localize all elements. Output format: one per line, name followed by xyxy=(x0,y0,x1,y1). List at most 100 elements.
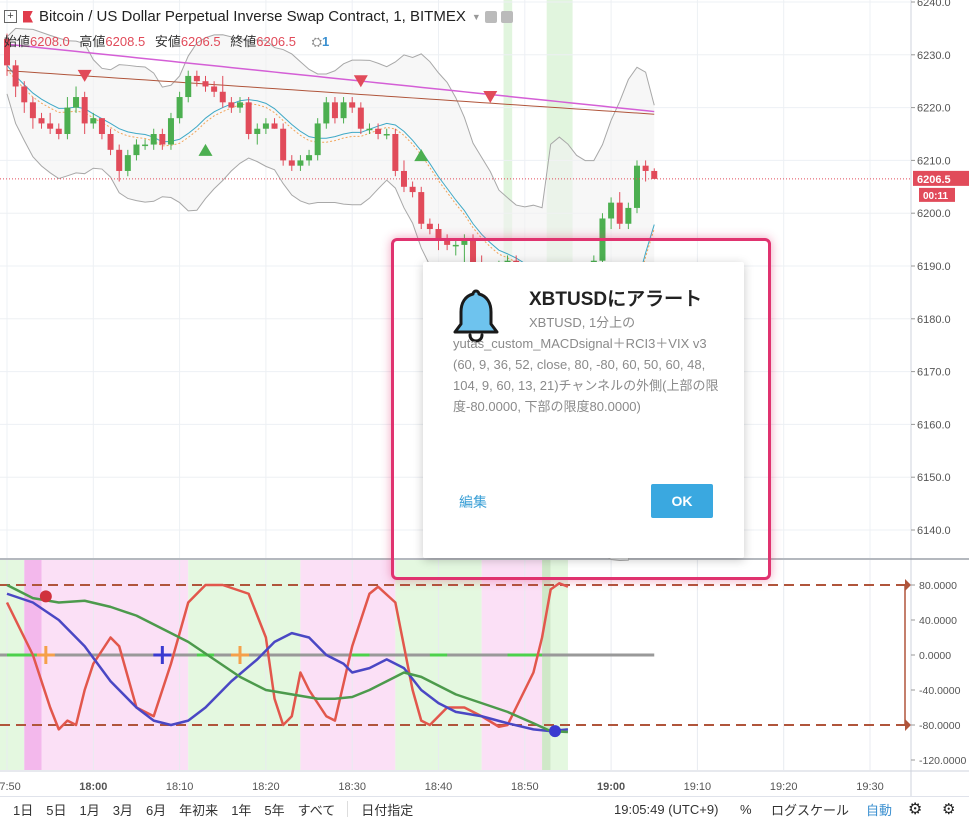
clock-display[interactable]: 19:05:49 (UTC+9) xyxy=(614,802,718,817)
candle-body xyxy=(306,155,313,161)
high-value: 6208.5 xyxy=(105,34,146,49)
candle-body xyxy=(426,223,433,230)
candle-body xyxy=(124,155,131,171)
indicator-tick-label: -120.0000 xyxy=(919,755,966,767)
indicator-eye-icon[interactable]: ⛭ xyxy=(312,34,322,49)
low-value: 6206.5 xyxy=(180,34,221,49)
candle-body xyxy=(340,102,347,119)
price-tick-label: 6170.0 xyxy=(917,367,951,379)
candle-body xyxy=(193,75,200,82)
symbol-legend[interactable]: + Bitcoin / US Dollar Perpetual Inverse … xyxy=(4,8,513,25)
range-1m[interactable]: 1月 xyxy=(79,800,99,819)
candle-body xyxy=(211,86,218,92)
candle-body xyxy=(150,134,157,145)
percent-scale-toggle[interactable]: % xyxy=(740,802,752,817)
candle-body xyxy=(392,134,399,171)
alert-message: XBTUSD, 1分上の yutas_custom_MACDsignal＋RCI… xyxy=(453,315,719,414)
candle-body xyxy=(608,202,615,219)
indicator-band xyxy=(41,560,189,770)
ok-button[interactable]: OK xyxy=(651,484,713,518)
close-label: 終値 xyxy=(230,34,257,49)
low-label: 安値 xyxy=(154,34,181,49)
open-value: 6208.0 xyxy=(30,34,70,49)
price-tick-label: 6240.0 xyxy=(917,0,951,9)
candle-body xyxy=(383,134,390,136)
candle-body xyxy=(323,102,330,124)
indicator-tick-label: 0.0000 xyxy=(919,650,951,662)
price-tick-label: 6190.0 xyxy=(917,261,951,273)
time-tick-label: 17:50 xyxy=(0,781,21,793)
candle-body xyxy=(418,192,425,224)
candle-body xyxy=(29,102,36,119)
visibility-icon[interactable] xyxy=(484,10,497,23)
candle-body xyxy=(366,128,373,131)
range-1y[interactable]: 1年 xyxy=(231,800,251,819)
edit-button[interactable]: 編集 xyxy=(459,492,487,512)
candle-body xyxy=(202,81,209,87)
bottom-toolbar: 1日 5日 1月 3月 6月 年初来 1年 5年 すべて 日付指定 19:05:… xyxy=(0,796,969,821)
range-all[interactable]: すべて xyxy=(298,800,336,819)
candle-body xyxy=(142,144,149,147)
candle-body xyxy=(349,102,356,108)
time-tick-label: 18:00 xyxy=(79,781,107,793)
candle-body xyxy=(159,134,166,145)
candle-body xyxy=(633,165,640,208)
indicator-count[interactable]: 1 xyxy=(322,34,329,49)
candle-body xyxy=(228,102,235,108)
range-ytd[interactable]: 年初来 xyxy=(179,800,218,819)
rci-cross-dot xyxy=(39,590,52,603)
toolbar-divider xyxy=(347,801,349,817)
log-scale-toggle[interactable]: ログスケール xyxy=(771,800,849,819)
candle-body xyxy=(64,107,71,134)
price-tick-label: 6230.0 xyxy=(917,50,951,62)
candle-body xyxy=(47,123,54,129)
range-6m[interactable]: 6月 xyxy=(146,800,166,819)
dropdown-arrow-icon[interactable]: ▼ xyxy=(472,12,481,22)
auto-scale-toggle[interactable]: 自動 xyxy=(866,800,892,819)
collapse-toggle-icon[interactable]: + xyxy=(4,10,17,23)
range-3m[interactable]: 3月 xyxy=(113,800,133,819)
indicator-tick-label: -80.0000 xyxy=(919,720,961,732)
time-tick-label: 18:30 xyxy=(338,781,366,793)
range-5y[interactable]: 5年 xyxy=(264,800,284,819)
indicator-band xyxy=(24,560,42,770)
price-tick-label: 6220.0 xyxy=(917,103,951,115)
date-range-button[interactable]: 日付指定 xyxy=(361,800,413,819)
range-5d[interactable]: 5日 xyxy=(46,800,66,819)
candle-body xyxy=(409,186,416,193)
candle-body xyxy=(616,202,623,224)
candle-body xyxy=(12,65,19,87)
candle-body xyxy=(21,86,28,103)
candle-body xyxy=(55,128,62,134)
indicator-band xyxy=(550,560,568,770)
candle-body xyxy=(331,102,338,119)
countdown-tag-text: 00:11 xyxy=(923,191,948,202)
flag-icon[interactable] xyxy=(23,10,33,23)
candle-body xyxy=(375,128,382,134)
candle-body xyxy=(288,160,295,166)
alert-title: XBTUSDにアラート xyxy=(529,289,703,310)
candle-body xyxy=(219,91,226,103)
price-tick-label: 6180.0 xyxy=(917,314,951,326)
gear-icon[interactable]: ⚙ xyxy=(908,799,922,819)
price-tick-label: 6140.0 xyxy=(917,525,951,537)
settings-icon[interactable]: ⚙ xyxy=(942,800,955,818)
range-1d[interactable]: 1日 xyxy=(13,800,33,819)
indicator-tick-label: -40.0000 xyxy=(919,685,961,697)
candle-body xyxy=(38,118,45,124)
candle-body xyxy=(185,75,192,98)
price-tick-label: 6210.0 xyxy=(917,155,951,167)
price-tick-label: 6200.0 xyxy=(917,208,951,220)
last-price-tag-text: 6206.5 xyxy=(917,174,951,186)
candle-body xyxy=(254,128,261,134)
indicator-tick-label: 80.0000 xyxy=(919,580,957,592)
candle-body xyxy=(642,165,649,171)
candle-body xyxy=(280,128,287,161)
candle-body xyxy=(314,123,321,156)
candle-body xyxy=(81,97,88,124)
settings-mini-icon[interactable] xyxy=(500,10,513,23)
candle-body xyxy=(245,102,252,134)
candle-body xyxy=(271,123,278,129)
ohlc-values: 始値6208.0 高値6208.5 安値6206.5 終値6206.5 ⛭1 xyxy=(4,31,329,50)
candle-body xyxy=(107,134,114,150)
